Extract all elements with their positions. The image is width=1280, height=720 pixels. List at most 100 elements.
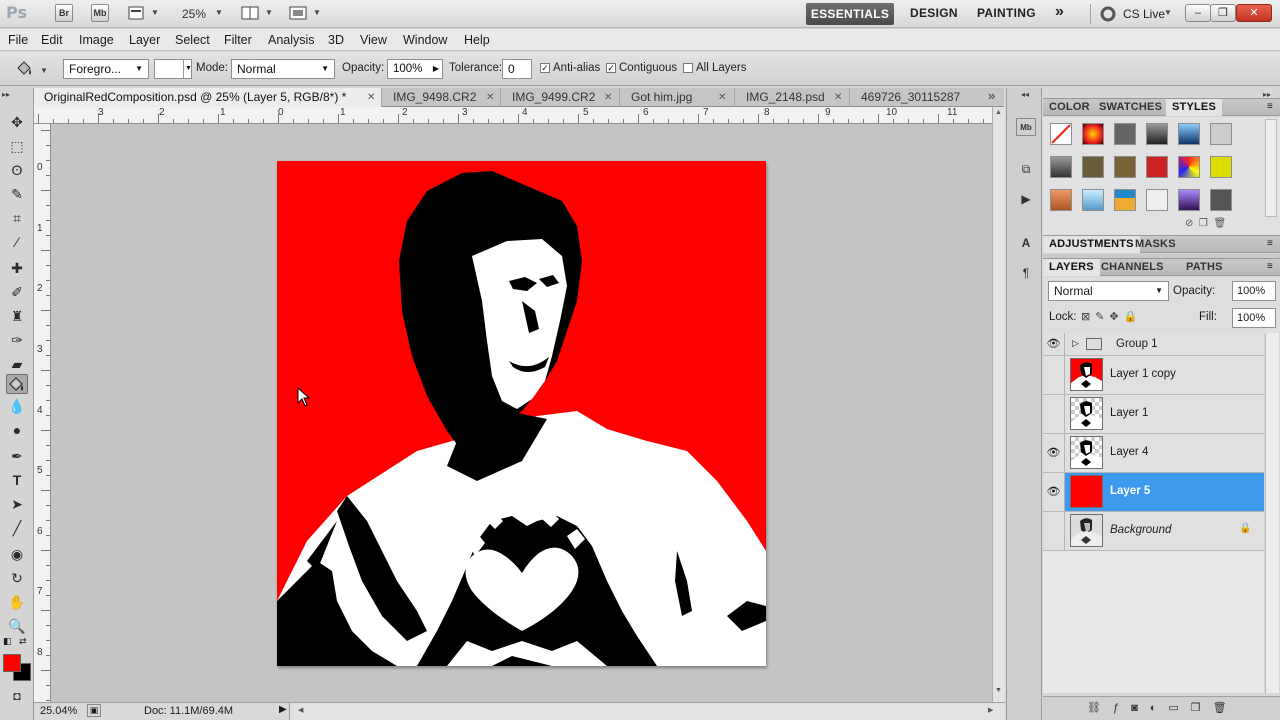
style-swatch[interactable]	[1178, 123, 1200, 145]
zoom-level-select[interactable]: 25%	[182, 7, 206, 21]
actions-panel-icon[interactable]: ▶	[1016, 190, 1036, 208]
minimize-button[interactable]: ‒	[1185, 4, 1211, 22]
tab-paths[interactable]: PATHS	[1180, 259, 1229, 276]
tool-preset-picker[interactable]	[14, 59, 36, 79]
menu-edit[interactable]: Edit	[41, 33, 63, 47]
cs-live-menu[interactable]: CS Live	[1123, 7, 1165, 21]
tab-masks[interactable]: MASKS	[1129, 236, 1182, 253]
layer-opacity-input[interactable]: 100%	[1232, 281, 1276, 301]
menu-view[interactable]: View	[360, 33, 387, 47]
menu-select[interactable]: Select	[175, 33, 210, 47]
style-swatch[interactable]	[1178, 189, 1200, 211]
character-panel-icon[interactable]: A	[1016, 234, 1036, 252]
screen-mode-chevron-icon[interactable]: ▼	[313, 8, 321, 17]
horizontal-scrollbar[interactable]: ◀ ▶	[289, 703, 1005, 720]
paragraph-panel-icon[interactable]: ¶	[1016, 264, 1036, 282]
marquee-tool-icon[interactable]: ⬚	[6, 136, 28, 156]
fill-source-select[interactable]: Foregro... ▼	[63, 59, 149, 79]
menu-file[interactable]: File	[8, 33, 28, 47]
tab-color[interactable]: COLOR	[1043, 99, 1096, 116]
status-export-icon[interactable]: ▣	[87, 704, 101, 717]
layer-row-layer-5[interactable]: 👁 Layer 5	[1043, 473, 1264, 512]
arrange-documents-button[interactable]	[241, 5, 261, 21]
tab-swatches[interactable]: SWATCHES	[1093, 99, 1168, 116]
layer-row-layer-1-copy[interactable]: Layer 1 copy	[1043, 356, 1264, 395]
pattern-picker[interactable]: ▼	[154, 59, 192, 79]
anti-alias-checkbox[interactable]: ✓	[540, 63, 550, 73]
toolbox-collapse-icon[interactable]: ▸▸	[2, 90, 10, 99]
style-swatch[interactable]	[1146, 156, 1168, 178]
quick-selection-tool-icon[interactable]: ✎	[6, 184, 28, 204]
style-swatch[interactable]	[1050, 189, 1072, 211]
tab-img-2148[interactable]: IMG_2148.psd	[736, 88, 850, 107]
panel-menu-icon[interactable]: ≡	[1267, 261, 1273, 272]
menu-window[interactable]: Window	[403, 33, 447, 47]
tab-469726[interactable]: 469726_30115287	[851, 88, 975, 107]
line-tool-icon[interactable]: ╱	[6, 518, 28, 538]
mode-select[interactable]: Normal ▼	[231, 59, 335, 79]
style-swatch[interactable]	[1082, 189, 1104, 211]
visibility-eye-icon[interactable]: 👁	[1043, 473, 1065, 511]
scroll-right-icon[interactable]: ▶	[988, 706, 993, 714]
style-swatch[interactable]	[1210, 123, 1232, 145]
layer-fill-input[interactable]: 100%	[1232, 308, 1276, 328]
close-tab-icon[interactable]: ✕	[367, 92, 375, 103]
blur-tool-icon[interactable]: 💧	[6, 396, 28, 416]
style-swatch[interactable]	[1146, 189, 1168, 211]
style-swatch[interactable]	[1146, 123, 1168, 145]
style-swatch[interactable]	[1082, 156, 1104, 178]
layer-row-background[interactable]: Background 🔒	[1043, 512, 1264, 551]
zoom-tool-icon[interactable]: 🔍	[6, 616, 28, 636]
close-tab-icon[interactable]: ✕	[604, 92, 612, 103]
style-swatch[interactable]	[1210, 189, 1232, 211]
status-zoom[interactable]: 25.04%	[40, 705, 77, 717]
workspace-essentials[interactable]: ESSENTIALS	[806, 3, 894, 25]
visibility-eye-icon[interactable]: 👁	[1043, 333, 1065, 355]
style-none[interactable]	[1050, 123, 1072, 145]
path-selection-tool-icon[interactable]: ➤	[6, 494, 28, 514]
menu-3d[interactable]: 3D	[328, 33, 344, 47]
more-tabs-button[interactable]: »	[988, 88, 995, 103]
screen-mode-button[interactable]	[289, 5, 309, 21]
mini-bridge-panel-icon[interactable]: Mb	[1016, 118, 1036, 136]
scroll-left-icon[interactable]: ◀	[298, 706, 303, 714]
cs-live-chevron-icon[interactable]: ▼	[1164, 8, 1172, 17]
history-brush-tool-icon[interactable]: ✑	[6, 330, 28, 350]
history-panel-icon[interactable]: ⧉	[1016, 160, 1036, 178]
brush-tool-icon[interactable]: ✐	[6, 282, 28, 302]
paint-bucket-tool-icon[interactable]	[6, 374, 28, 394]
close-tab-icon[interactable]: ✕	[834, 92, 842, 103]
lasso-tool-icon[interactable]: ʘ	[6, 160, 28, 180]
styles-scrollbar[interactable]	[1265, 119, 1277, 217]
visibility-toggle[interactable]	[1043, 395, 1065, 433]
3d-rotate-tool-icon[interactable]: ◉	[6, 544, 28, 564]
hand-tool-icon[interactable]: ✋	[6, 592, 28, 612]
layers-scrollbar[interactable]	[1265, 333, 1279, 693]
group-expand-icon[interactable]: ▷	[1072, 338, 1079, 349]
scroll-down-icon[interactable]: ▼	[995, 687, 1002, 694]
swap-colors-icon[interactable]: ⇄	[19, 636, 27, 647]
menu-help[interactable]: Help	[464, 33, 490, 47]
close-tab-icon[interactable]: ✕	[486, 92, 494, 103]
eyedropper-tool-icon[interactable]: ⁄	[6, 232, 28, 252]
visibility-eye-icon[interactable]: 👁	[1043, 434, 1065, 472]
launch-bridge-button[interactable]: Br	[55, 4, 73, 22]
launch-minibridge-button[interactable]: Mb	[91, 4, 109, 22]
style-swatch[interactable]	[1114, 189, 1136, 211]
tab-adjustments[interactable]: ADJUSTMENTS	[1043, 236, 1140, 253]
pen-tool-icon[interactable]: ✒	[6, 446, 28, 466]
document-canvas[interactable]	[277, 161, 766, 666]
foreground-color-swatch[interactable]	[3, 654, 21, 672]
canvas-vertical-scrollbar[interactable]: ▲ ▼	[992, 107, 1005, 702]
arrange-chevron-icon[interactable]: ▼	[265, 8, 273, 17]
visibility-toggle[interactable]	[1043, 512, 1065, 550]
close-tab-icon[interactable]: ✕	[718, 92, 726, 103]
tool-preset-chevron-icon[interactable]: ▼	[40, 66, 48, 75]
type-tool-icon[interactable]: T	[6, 470, 28, 490]
style-swatch[interactable]	[1082, 123, 1104, 145]
layer-row-group-1[interactable]: 👁 ▷ Group 1	[1043, 333, 1264, 356]
menu-analysis[interactable]: Analysis	[268, 33, 315, 47]
contiguous-checkbox[interactable]: ✓	[606, 63, 616, 73]
view-extras-chevron-icon[interactable]: ▼	[151, 8, 159, 17]
default-colors-icon[interactable]: ◧	[3, 636, 12, 647]
